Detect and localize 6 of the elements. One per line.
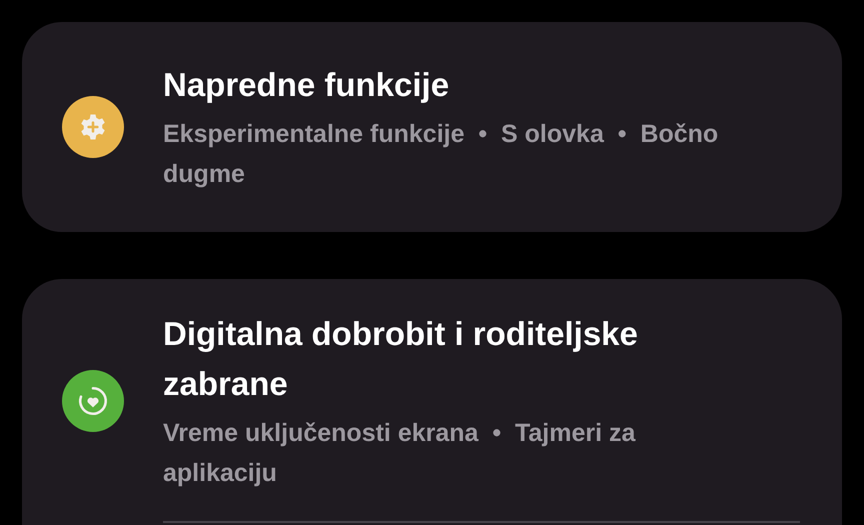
settings-card[interactable]: Napredne funkcije Eksperimentalne funkcije • S olovka • Bočno dugme: [22, 22, 842, 232]
setting-summary: Eksperimentalne funkcije • S olovka • Bočno dugme: [163, 119, 720, 190]
setting-title: Digitalna dobrobit i roditeljske zabrane: [163, 314, 639, 404]
setting-summary: Vreme uključenosti ekrana • Tajmeri za aplikaciju: [163, 418, 636, 489]
settings-card[interactable]: Digitalna dobrobit i roditeljske zabrane Vreme uključenosti ekrana • Tajmeri za aplikaciju: [22, 279, 842, 525]
setting-title: Napredne funkcije: [163, 65, 450, 105]
